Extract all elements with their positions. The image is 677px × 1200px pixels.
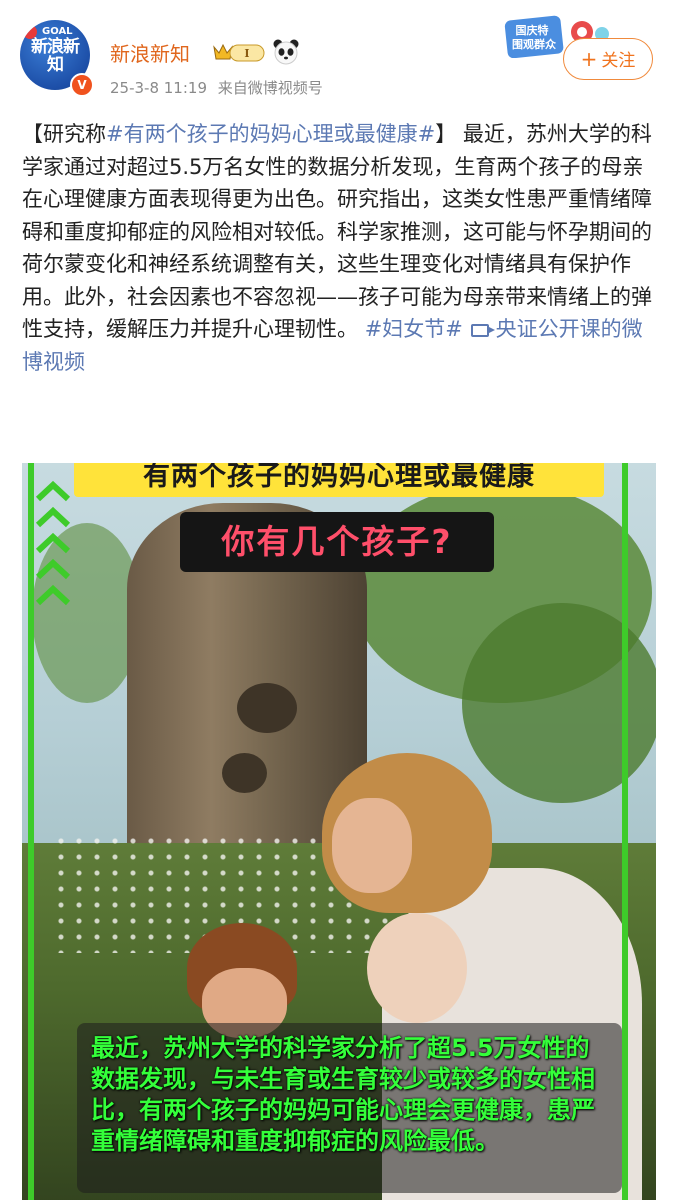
video-link-icon [470,324,495,337]
content-body: 最近，苏州大学的科学家通过对超过5.5万名女性的数据分析发现，生育两个孩子的母亲… [22,122,652,341]
avatar-logo-goal: GOAL [42,26,73,37]
level-badge-text: I [244,47,249,60]
crown-badge-icon[interactable]: I [212,41,266,63]
video-side-bar-right [622,463,628,1200]
svg-text:国庆特: 国庆特 [516,23,549,37]
avatar-logo-text: 新浪新知 [31,37,80,75]
follow-label: 关注 [601,51,636,71]
video-question: 你有几个孩子? [180,512,494,572]
plus-icon: + [580,47,598,71]
author-name[interactable]: 新浪新知 [110,38,190,67]
verified-badge-icon: V [70,73,94,97]
follow-button[interactable]: + 关注 [563,38,653,80]
video-title-banner: 有两个孩子的妈妈心理或最健康 [74,463,604,497]
post-source[interactable]: 来自微博视频号 [218,79,323,97]
topic-link-womens-day[interactable]: #妇女节# [365,317,463,341]
topic-link[interactable]: #有两个孩子的妈妈心理或最健康# [106,122,435,146]
video-woman-face [332,798,412,893]
tree-knot [237,683,297,733]
video-player[interactable]: 有两个孩子的妈妈心理或最健康 你有几个孩子? 最近，苏州大学的科学家分析了超5.… [22,463,656,1200]
post-content: 【研究称#有两个孩子的妈妈心理或最健康#】 最近，苏州大学的科学家通过对超过5.… [22,118,656,378]
panda-icon [273,39,299,65]
post-timestamp: 25-3-8 11:19 [110,79,207,97]
content-bracket-close: 】 [435,122,457,146]
tree-knot [222,753,267,793]
video-baby [367,913,467,1023]
content-bracket-open: 【研究称 [22,122,106,146]
svg-text:围观群众: 围观群众 [512,37,557,51]
chevron-up-icon [35,480,71,606]
post-meta: 25-3-8 11:19 来自微博视频号 [110,77,329,98]
video-subtitle: 最近，苏州大学的科学家分析了超5.5万女性的数据发现，与未生育或生育较少或较多的… [77,1023,622,1193]
